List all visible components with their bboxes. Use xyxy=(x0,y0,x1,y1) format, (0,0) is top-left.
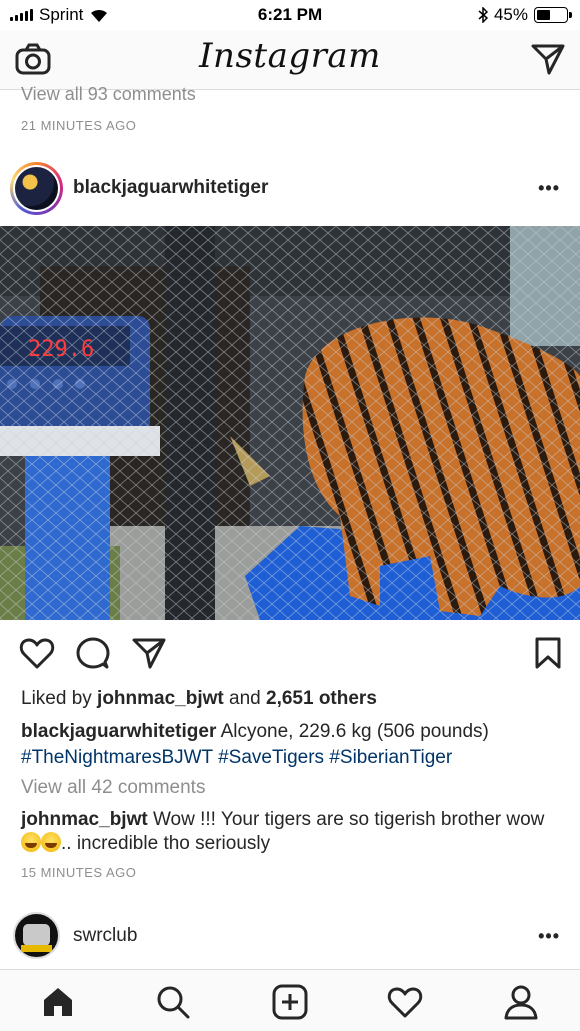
next-post-username[interactable]: swrclub xyxy=(73,925,137,947)
more-options-icon[interactable]: ••• xyxy=(538,178,560,199)
laughing-emoji-icon xyxy=(21,832,41,852)
instagram-logo: Instagram xyxy=(199,36,381,76)
bluetooth-icon xyxy=(478,7,488,23)
search-icon[interactable] xyxy=(155,984,191,1020)
comment-text: Wow !!! Your tigers are so tigerish brot… xyxy=(147,809,545,830)
view-all-comments-link[interactable]: View all 42 comments xyxy=(21,777,205,799)
comment-text-end: .. incredible tho seriously xyxy=(61,833,271,854)
more-options-icon[interactable]: ••• xyxy=(538,926,560,947)
likes-prefix: Liked by xyxy=(21,688,98,709)
new-post-icon[interactable] xyxy=(272,984,308,1020)
likes-count[interactable]: 2,651 others xyxy=(266,688,377,709)
caption: blackjaguarwhitetiger Alcyone, 229.6 kg … xyxy=(21,719,561,771)
profile-icon[interactable] xyxy=(503,984,539,1020)
activity-icon[interactable] xyxy=(387,984,423,1020)
caption-hashtags[interactable]: #TheNightmaresBJWT #SaveTigers #Siberian… xyxy=(21,747,452,768)
battery-icon xyxy=(534,7,572,23)
direct-message-icon[interactable] xyxy=(530,42,566,76)
caption-username[interactable]: blackjaguarwhitetiger xyxy=(21,721,216,742)
post-actions xyxy=(0,636,580,676)
heart-icon[interactable] xyxy=(19,636,55,670)
avatar[interactable] xyxy=(13,912,60,959)
tab-bar xyxy=(0,969,580,1031)
scale-readout: 229.6 xyxy=(28,337,94,362)
laughing-emoji-icon xyxy=(41,832,61,852)
comment: johnmac_bjwt Wow !!! Your tigers are so … xyxy=(21,808,561,856)
post-username[interactable]: blackjaguarwhitetiger xyxy=(73,177,268,199)
likes-mid: and xyxy=(223,688,266,709)
home-icon[interactable] xyxy=(40,984,76,1020)
avatar[interactable] xyxy=(10,162,63,215)
photo-scene: 229.6 xyxy=(0,226,580,620)
top-nav: Instagram xyxy=(0,30,580,90)
likes-user[interactable]: johnmac_bjwt xyxy=(97,688,224,709)
status-bar: Sprint 6:21 PM 45% xyxy=(0,0,580,30)
battery-percent: 45% xyxy=(493,5,528,24)
comment-icon[interactable] xyxy=(76,636,110,670)
bookmark-icon[interactable] xyxy=(534,636,562,670)
comment-username[interactable]: johnmac_bjwt xyxy=(21,809,148,830)
post-header: blackjaguarwhitetiger ••• xyxy=(0,160,580,218)
next-post-header: swrclub ••• xyxy=(0,910,580,962)
view-all-comments-link[interactable]: View all 93 comments xyxy=(21,84,196,105)
caption-text: Alcyone, 229.6 kg (506 pounds) xyxy=(216,721,489,742)
post-timestamp: 15 MINUTES AGO xyxy=(21,865,137,880)
share-icon[interactable] xyxy=(131,636,167,670)
post-photo[interactable]: 229.6 xyxy=(0,226,580,620)
post-timestamp: 21 MINUTES AGO xyxy=(21,118,137,133)
likes-line[interactable]: Liked by johnmac_bjwt and 2,651 others xyxy=(21,688,377,710)
status-right: 45% xyxy=(478,5,572,25)
